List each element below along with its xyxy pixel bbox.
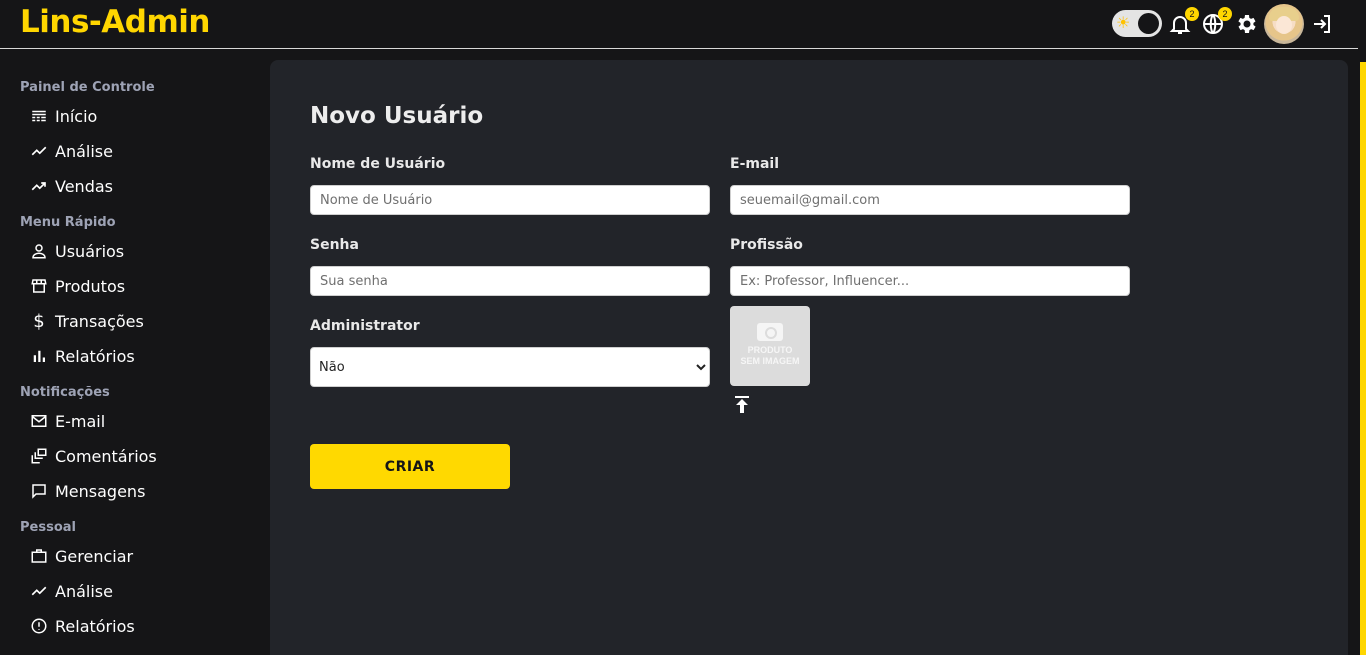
avatar-face [1276, 16, 1292, 34]
avatar[interactable] [1264, 4, 1304, 44]
sidebar-item-analise-pessoal[interactable]: Análise [30, 577, 113, 605]
dollar-icon: $ [33, 310, 45, 332]
language-button[interactable]: 2 [1201, 7, 1232, 36]
gear-icon [1235, 12, 1259, 36]
upload-icon[interactable] [734, 396, 750, 414]
create-button[interactable]: CRIAR [310, 444, 510, 489]
app-logo[interactable]: Lins-Admin [20, 4, 210, 40]
section-title-pessoal: Pessoal [20, 520, 76, 535]
username-input[interactable] [310, 185, 710, 215]
sun-icon: ☀ [1116, 13, 1131, 32]
profession-input[interactable] [730, 266, 1130, 296]
theme-toggle[interactable]: ☀ [1112, 10, 1162, 37]
sidebar-item-label: Análise [55, 141, 113, 161]
new-user-panel: Novo Usuário Nome de Usuário E-mail Senh… [270, 60, 1348, 655]
sidebar-item-label: Análise [55, 581, 113, 601]
dynamic-feed-icon [30, 447, 48, 465]
bar-chart-icon [30, 347, 48, 365]
toggle-knob [1138, 13, 1159, 34]
store-icon [30, 277, 48, 295]
sidebar-item-label: Início [55, 106, 98, 126]
sidebar-item-label: Mensagens [55, 481, 146, 501]
username-label: Nome de Usuário [310, 156, 446, 172]
trend-icon [30, 142, 48, 160]
scrollbar[interactable] [1358, 0, 1366, 655]
report-icon [30, 617, 48, 635]
sidebar-item-vendas[interactable]: Vendas [30, 172, 113, 200]
image-placeholder-text: PRODUTO SEM IMAGEM [730, 345, 810, 367]
page-title: Novo Usuário [310, 103, 484, 129]
section-title-menu-rapido: Menu Rápido [20, 215, 116, 230]
email-label: E-mail [730, 156, 780, 172]
sidebar-item-label: Gerenciar [55, 546, 134, 566]
image-preview: PRODUTO SEM IMAGEM [730, 306, 810, 386]
logout-icon [1310, 12, 1334, 36]
sidebar-item-email[interactable]: E-mail [30, 407, 105, 435]
sidebar-item-label: Usuários [55, 241, 125, 261]
sidebar-item-relatorios-pessoal[interactable]: Relatórios [30, 612, 135, 640]
sidebar-item-gerenciar[interactable]: Gerenciar [30, 542, 133, 570]
section-title-painel: Painel de Controle [20, 80, 155, 95]
admin-select[interactable]: Não [310, 347, 710, 387]
trend-up-icon [30, 177, 48, 195]
notifications-badge: 2 [1185, 7, 1199, 21]
trend-icon [30, 582, 48, 600]
mail-icon [30, 412, 48, 430]
image-placeholder-line2: SEM IMAGEM [740, 356, 800, 366]
password-label: Senha [310, 237, 359, 253]
dashboard-icon [30, 107, 48, 125]
top-bar: Lins-Admin ☀ 2 2 [0, 0, 1358, 49]
user-icon [30, 242, 48, 260]
sidebar: Painel de Controle Início Análise Vendas… [0, 49, 270, 655]
email-input[interactable] [730, 185, 1130, 215]
sidebar-item-label: Comentários [55, 446, 157, 466]
sidebar-item-produtos[interactable]: Produtos [30, 272, 125, 300]
sidebar-item-comentarios[interactable]: Comentários [30, 442, 157, 470]
sidebar-item-inicio[interactable]: Início [30, 102, 97, 130]
sidebar-item-mensagens[interactable]: Mensagens [30, 477, 145, 505]
image-placeholder-line1: PRODUTO [747, 345, 793, 355]
sidebar-item-relatorios[interactable]: Relatórios [30, 342, 135, 370]
sidebar-item-analise[interactable]: Análise [30, 137, 113, 165]
sidebar-item-label: Transações [55, 311, 144, 331]
sidebar-item-label: Vendas [55, 176, 113, 196]
language-badge: 2 [1218, 7, 1232, 21]
password-input[interactable] [310, 266, 710, 296]
sidebar-item-transacoes[interactable]: $ Transações [30, 307, 144, 335]
admin-label: Administrator [310, 318, 420, 334]
notifications-button[interactable]: 2 [1168, 7, 1199, 36]
sidebar-item-label: Produtos [55, 276, 126, 296]
settings-button[interactable] [1235, 12, 1259, 36]
sidebar-item-usuarios[interactable]: Usuários [30, 237, 124, 265]
sidebar-item-label: Relatórios [55, 616, 135, 636]
briefcase-icon [30, 547, 48, 565]
camera-icon [757, 323, 783, 341]
sidebar-item-label: E-mail [55, 411, 106, 431]
chat-icon [30, 482, 48, 500]
logout-button[interactable] [1310, 12, 1334, 36]
section-title-notificacoes: Notificações [20, 385, 110, 400]
profession-label: Profissão [730, 237, 803, 253]
sidebar-item-label: Relatórios [55, 346, 135, 366]
